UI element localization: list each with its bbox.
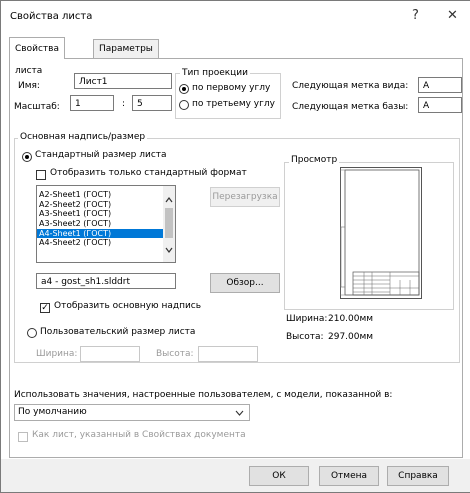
- tab-sheet-properties[interactable]: Свойства листа: [9, 37, 65, 76]
- sheet-format-file-input[interactable]: a4 - gost_sh1.slddrt: [36, 273, 176, 289]
- listbox-scrollbar[interactable]: [163, 186, 175, 262]
- custom-width-input[interactable]: [80, 346, 140, 362]
- chevron-down-icon: [235, 410, 244, 416]
- title-bar: Свойства листа ? ✕: [1, 1, 470, 35]
- title-block-size-title: Основная надпись/размер: [18, 132, 148, 142]
- dialog-footer: ОК Отмена Справка: [1, 459, 470, 492]
- scale-label: Масштаб:: [14, 102, 60, 112]
- sheet-properties-panel: Имя: Лист1 Масштаб: 1 : 5 Тип проекции п…: [9, 58, 463, 458]
- list-item[interactable]: A2-Sheet1 (ГОСТ): [37, 190, 175, 200]
- cancel-button[interactable]: Отмена: [319, 466, 379, 486]
- scrollbar-arrows-icon: [165, 197, 173, 253]
- model-view-combo[interactable]: По умолчанию: [14, 404, 250, 421]
- browse-button[interactable]: Обзор...: [210, 273, 280, 293]
- only-standard-label: Отобразить только стандартный формат: [50, 168, 247, 178]
- list-item[interactable]: A3-Sheet1 (ГОСТ): [37, 209, 175, 219]
- preview-height-value: 297.00мм: [328, 332, 374, 342]
- next-view-label: Следующая метка вида:: [292, 81, 409, 91]
- projection-first-angle-radio[interactable]: [179, 84, 189, 94]
- scale-numerator-input[interactable]: 1: [70, 95, 114, 111]
- name-label: Имя:: [18, 81, 40, 91]
- custom-height-input[interactable]: [198, 346, 258, 362]
- custom-size-label: Пользовательский размер листа: [40, 327, 196, 337]
- sheet-format-listbox[interactable]: A2-Sheet1 (ГОСТ) A2-Sheet2 (ГОСТ) A3-She…: [36, 185, 176, 263]
- name-input[interactable]: Лист1: [74, 73, 172, 89]
- close-icon[interactable]: ✕: [447, 8, 458, 23]
- custom-height-label: Высота:: [156, 349, 194, 359]
- list-item[interactable]: A2-Sheet2 (ГОСТ): [37, 200, 175, 210]
- preview-height-label: Высота:: [286, 332, 324, 342]
- projection-third-angle-radio[interactable]: [179, 100, 189, 110]
- model-view-combo-value: По умолчанию: [18, 407, 87, 417]
- standard-size-label: Стандартный размер листа: [35, 150, 167, 160]
- custom-size-radio[interactable]: [27, 328, 37, 338]
- sheet-preview-image: [340, 167, 422, 299]
- preview-title: Просмотр: [289, 155, 340, 165]
- doc-properties-label: Как лист, указанный в Свойствах документ…: [32, 430, 246, 440]
- next-view-input[interactable]: A: [418, 77, 462, 93]
- next-datum-input[interactable]: A: [418, 97, 462, 113]
- ok-button[interactable]: ОК: [249, 466, 309, 486]
- standard-size-radio[interactable]: [22, 152, 32, 162]
- help-button[interactable]: Справка: [387, 466, 449, 486]
- show-title-block-checkbox[interactable]: ✓: [40, 303, 50, 313]
- list-item[interactable]: A3-Sheet2 (ГОСТ): [37, 219, 175, 229]
- projection-first-angle-label: по первому углу: [192, 83, 271, 93]
- projection-third-angle-label: по третьему углу: [192, 99, 275, 109]
- help-icon[interactable]: ?: [412, 8, 419, 23]
- tab-zone-parameters[interactable]: Параметры зоны: [93, 39, 159, 72]
- use-model-values-label: Использовать значения, настроенные польз…: [14, 390, 393, 400]
- show-title-block-label: Отобразить основную надпись: [54, 301, 202, 311]
- sheet-properties-dialog: Свойства листа ? ✕ Свойства листа Параме…: [0, 0, 470, 493]
- list-item-selected[interactable]: A4-Sheet1 (ГОСТ): [37, 228, 163, 239]
- preview-width-label: Ширина:: [286, 314, 328, 324]
- only-standard-checkbox[interactable]: [36, 170, 46, 180]
- list-item[interactable]: A4-Sheet2 (ГОСТ): [37, 238, 175, 248]
- next-datum-label: Следующая метка базы:: [292, 102, 409, 112]
- scale-denominator-input[interactable]: 5: [132, 95, 172, 111]
- scale-separator: :: [122, 99, 126, 109]
- checkmark-icon: ✓: [41, 303, 49, 313]
- reload-button[interactable]: Перезагрузка: [210, 187, 280, 207]
- custom-width-label: Ширина:: [36, 349, 78, 359]
- preview-width-value: 210.00мм: [328, 314, 374, 324]
- dialog-title: Свойства листа: [10, 11, 93, 22]
- projection-group-title: Тип проекции: [180, 68, 250, 78]
- projection-group: [175, 73, 281, 119]
- doc-properties-checkbox[interactable]: [18, 432, 28, 442]
